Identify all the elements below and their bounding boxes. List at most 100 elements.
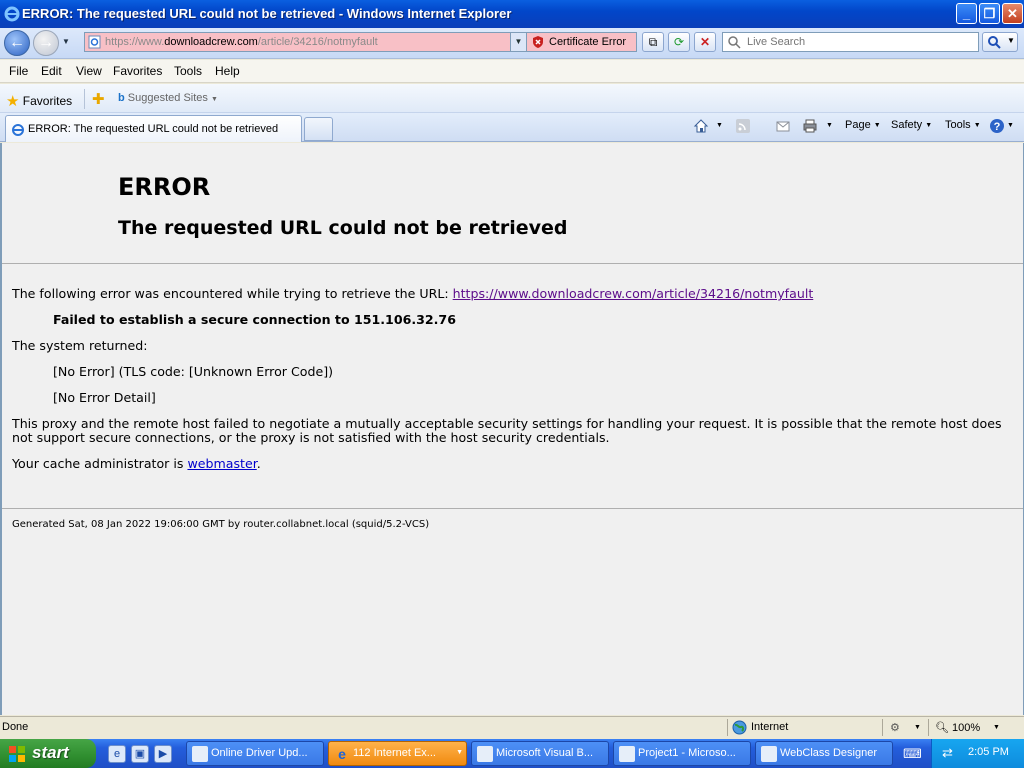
favorites-button[interactable]: ★ Favorites	[6, 91, 72, 110]
search-input[interactable]	[745, 34, 975, 50]
menu-favorites[interactable]: Favorites	[113, 64, 162, 78]
back-button[interactable]: ←	[4, 30, 30, 56]
stop-icon[interactable]: ✕	[694, 32, 716, 52]
error-header: ERROR The requested URL could not be ret…	[2, 143, 1023, 264]
print-icon[interactable]	[802, 118, 818, 134]
task-internet-explorer[interactable]: e 112 Internet Ex... ▼	[328, 741, 467, 766]
favorites-bar: ★ Favorites ✚ b Suggested Sites ▼	[0, 84, 1024, 113]
clock[interactable]: 2:05 PM	[968, 746, 1009, 758]
chevron-down-icon: ▼	[210, 96, 218, 103]
error-failed-message: Failed to establish a secure connection …	[53, 312, 456, 327]
page-content: ERROR The requested URL could not be ret…	[0, 143, 1024, 715]
divider	[928, 719, 929, 736]
home-icon[interactable]	[693, 118, 709, 134]
new-tab-button[interactable]	[304, 117, 333, 141]
error-detail-text: [No Error Detail]	[53, 390, 156, 405]
menu-file[interactable]: File	[9, 64, 28, 78]
menu-view[interactable]: View	[76, 64, 102, 78]
error-subheading: The requested URL could not be retrieved	[118, 217, 568, 239]
internet-explorer-icon: e	[338, 746, 346, 762]
minimize-button[interactable]: _	[956, 3, 977, 24]
webmaster-link[interactable]: webmaster	[187, 456, 256, 471]
compatibility-view-icon[interactable]: ⧉	[642, 32, 664, 52]
visual-basic-icon	[619, 746, 635, 762]
close-window-button[interactable]: ✕	[1002, 3, 1023, 24]
error-intro: The following error was encountered whil…	[12, 286, 814, 301]
maximize-button[interactable]: ❐	[979, 3, 1000, 24]
window-title: ERROR: The requested URL could not be re…	[22, 6, 512, 21]
favorites-star-icon: ★	[6, 93, 20, 110]
driver-update-icon	[192, 746, 208, 762]
title-bar: ERROR: The requested URL could not be re…	[0, 0, 1024, 28]
read-mail-icon[interactable]	[775, 118, 791, 134]
globe-icon	[732, 720, 747, 735]
quicklaunch-ie-icon[interactable]: e	[108, 745, 126, 763]
live-search-icon	[728, 36, 741, 49]
address-url[interactable]: https://www.downloadcrew.com/article/342…	[105, 36, 378, 48]
divider	[2, 508, 1023, 509]
error-heading: ERROR	[118, 173, 211, 201]
address-dropdown-icon[interactable]: ▼	[510, 33, 526, 51]
task-webclass-designer[interactable]: WebClass Designer	[755, 741, 893, 766]
quicklaunch-media-icon[interactable]: ▶	[154, 745, 172, 763]
help-dropdown-icon[interactable]: ▼	[1007, 119, 1014, 131]
requested-url-link[interactable]: https://www.downloadcrew.com/article/342…	[453, 286, 814, 301]
divider	[84, 89, 85, 109]
chevron-down-icon[interactable]: ▼	[914, 724, 921, 731]
divider	[727, 719, 728, 736]
system-tray: ⇄ 2:05 PM	[931, 739, 1024, 768]
safety-menu-button[interactable]: Safety ▼	[891, 119, 932, 131]
task-online-driver-update[interactable]: Online Driver Upd...	[186, 741, 324, 766]
chevron-down-icon: ▼	[456, 749, 463, 756]
error-explanation-line2: not support secure connections, or the p…	[12, 430, 610, 445]
shield-error-icon	[533, 36, 543, 48]
print-dropdown-icon[interactable]: ▼	[826, 119, 833, 131]
cache-admin-line: Your cache administrator is webmaster.	[12, 456, 261, 471]
search-button[interactable]: ▼	[982, 32, 1018, 52]
zoom-control[interactable]: 🔍︎ 100%	[935, 721, 980, 734]
tools-menu-button[interactable]: Tools ▼	[945, 119, 981, 131]
protected-mode-icon[interactable]: ⚙	[890, 721, 900, 734]
navigation-bar: ← → ▼ https://www.downloadcrew.com/artic…	[0, 28, 1024, 59]
system-returned-label: The system returned:	[12, 338, 148, 353]
search-icon	[988, 36, 1001, 49]
svg-text:?: ?	[994, 121, 1001, 133]
status-text: Done	[2, 721, 29, 733]
task-project1[interactable]: Project1 - Microso...	[613, 741, 751, 766]
feeds-icon[interactable]	[735, 118, 751, 134]
home-dropdown-icon[interactable]: ▼	[716, 119, 723, 131]
page-menu-button[interactable]: Page ▼	[845, 119, 881, 131]
bing-icon: b	[118, 92, 125, 104]
menu-help[interactable]: Help	[215, 64, 240, 78]
keyboard-icon[interactable]: ⌨	[903, 746, 922, 762]
forward-button[interactable]: →	[33, 30, 59, 56]
task-microsoft-visual-basic[interactable]: Microsoft Visual B...	[471, 741, 609, 766]
webclass-designer-icon	[761, 746, 777, 762]
quicklaunch-explorer-icon[interactable]: ▣	[131, 745, 149, 763]
add-to-favorites-icon[interactable]: ✚	[92, 90, 105, 108]
search-box[interactable]	[722, 32, 979, 52]
generated-footer: Generated Sat, 08 Jan 2022 19:06:00 GMT …	[12, 519, 430, 530]
certificate-error-button[interactable]: Certificate Error	[527, 32, 637, 52]
tab-active[interactable]: ERROR: The requested URL could not be re…	[5, 115, 302, 142]
tls-error-text: [No Error] (TLS code: [Unknown Error Cod…	[53, 364, 334, 379]
page-error-icon	[12, 124, 24, 136]
search-options-dropdown-icon[interactable]: ▼	[1007, 36, 1015, 45]
zoom-dropdown-icon[interactable]: ▼	[993, 724, 1000, 731]
refresh-icon[interactable]: ⟳	[668, 32, 690, 52]
network-icon[interactable]: ⇄	[942, 745, 953, 761]
divider	[882, 719, 883, 736]
status-bar: Done Internet ⚙ ▼ 🔍︎ 100% ▼	[0, 716, 1024, 738]
recent-pages-dropdown-icon[interactable]: ▼	[62, 37, 70, 46]
help-icon[interactable]: ?	[989, 118, 1005, 134]
internet-explorer-icon	[4, 6, 20, 22]
security-zone[interactable]: Internet	[751, 721, 788, 733]
menu-bar: File Edit View Favorites Tools Help	[0, 60, 1024, 83]
start-button[interactable]: start	[0, 739, 96, 768]
menu-tools[interactable]: Tools	[174, 64, 202, 78]
suggested-sites-button[interactable]: b Suggested Sites ▼	[118, 92, 218, 104]
page-icon	[88, 35, 101, 49]
tab-row: ERROR: The requested URL could not be re…	[0, 113, 1024, 142]
menu-edit[interactable]: Edit	[41, 64, 62, 78]
address-bar[interactable]: https://www.downloadcrew.com/article/342…	[84, 32, 527, 52]
